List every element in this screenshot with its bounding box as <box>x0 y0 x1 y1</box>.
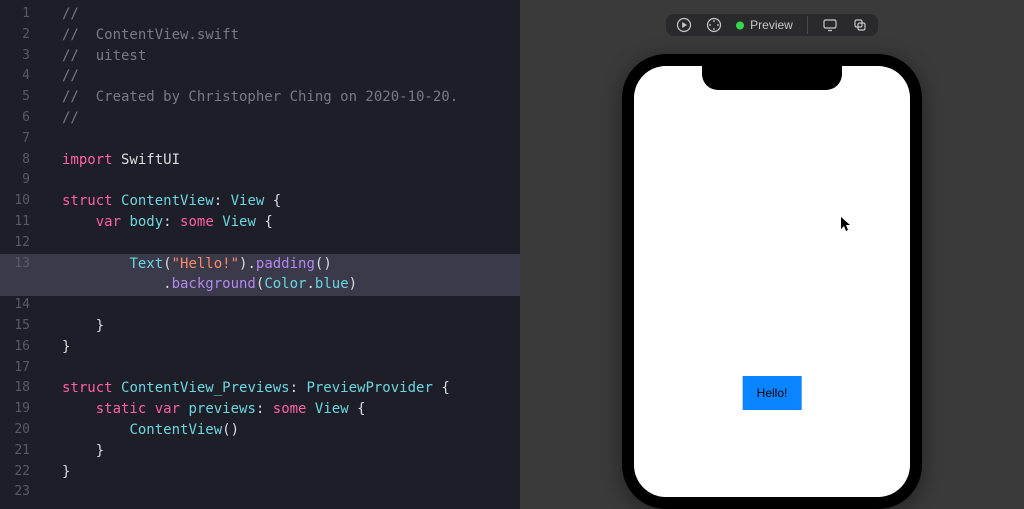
device-screen[interactable]: Hello! <box>634 66 910 497</box>
line-number: 19 <box>0 399 40 420</box>
code-line[interactable] <box>62 233 458 254</box>
device-frame: Hello! <box>622 54 922 509</box>
code-line[interactable] <box>62 170 458 191</box>
code-line[interactable]: var body: some View { <box>62 212 458 233</box>
display-icon[interactable] <box>822 17 838 33</box>
line-number: 5 <box>0 87 40 108</box>
duplicate-icon[interactable] <box>852 17 868 33</box>
line-number: 17 <box>0 358 40 379</box>
preview-status-button[interactable]: Preview <box>736 18 793 32</box>
preview-pane: Preview Hello! <box>520 0 1024 509</box>
line-number: 14 <box>0 295 40 316</box>
code-line[interactable]: // <box>62 66 458 87</box>
code-line[interactable]: } <box>62 316 458 337</box>
line-number: 3 <box>0 46 40 67</box>
code-line[interactable]: // <box>62 108 458 129</box>
code-line[interactable]: import SwiftUI <box>62 150 458 171</box>
code-line[interactable]: } <box>62 337 458 358</box>
device-notch <box>702 66 842 90</box>
code-line[interactable]: // <box>62 4 458 25</box>
code-line[interactable] <box>62 358 458 379</box>
line-number: 7 <box>0 129 40 150</box>
line-number <box>0 274 40 295</box>
line-number: 23 <box>0 482 40 503</box>
compass-icon[interactable] <box>706 17 722 33</box>
code-line[interactable] <box>62 482 458 503</box>
line-number: 9 <box>0 170 40 191</box>
line-number: 12 <box>0 233 40 254</box>
code-line[interactable]: // ContentView.swift <box>62 25 458 46</box>
line-number: 4 <box>0 66 40 87</box>
line-number: 6 <box>0 108 40 129</box>
line-number: 13 <box>0 254 40 275</box>
line-number: 8 <box>0 150 40 171</box>
hello-text-view: Hello! <box>743 376 802 410</box>
line-number: 21 <box>0 441 40 462</box>
line-number: 1 <box>0 4 40 25</box>
code-line[interactable] <box>62 129 458 150</box>
code-editor-pane[interactable]: 1234567891011121314151617181920212223 //… <box>0 0 520 509</box>
line-number: 11 <box>0 212 40 233</box>
code-line[interactable]: struct ContentView: View { <box>62 191 458 212</box>
code-line[interactable] <box>62 295 458 316</box>
code-line[interactable]: .background(Color.blue) <box>62 274 458 295</box>
line-number: 22 <box>0 462 40 483</box>
code-line[interactable]: // Created by Christopher Ching on 2020-… <box>62 87 458 108</box>
line-number: 15 <box>0 316 40 337</box>
line-number: 18 <box>0 378 40 399</box>
line-number: 10 <box>0 191 40 212</box>
run-icon[interactable] <box>676 17 692 33</box>
status-dot-icon <box>736 22 744 30</box>
code-line[interactable]: } <box>62 462 458 483</box>
code-line[interactable]: static var previews: some View { <box>62 399 458 420</box>
cursor-icon <box>840 216 852 236</box>
code-area[interactable]: //// ContentView.swift// uitest//// Crea… <box>40 0 458 503</box>
code-line[interactable]: Text("Hello!").padding() <box>62 254 458 275</box>
line-number: 20 <box>0 420 40 441</box>
code-line[interactable]: // uitest <box>62 46 458 67</box>
line-number: 2 <box>0 25 40 46</box>
preview-label: Preview <box>750 18 793 32</box>
preview-toolbar: Preview <box>666 14 878 36</box>
line-number: 16 <box>0 337 40 358</box>
line-number-gutter: 1234567891011121314151617181920212223 <box>0 0 40 509</box>
hello-label: Hello! <box>757 386 788 400</box>
code-line[interactable]: } <box>62 441 458 462</box>
code-line[interactable]: struct ContentView_Previews: PreviewProv… <box>62 378 458 399</box>
toolbar-divider <box>807 16 808 34</box>
code-line[interactable]: ContentView() <box>62 420 458 441</box>
